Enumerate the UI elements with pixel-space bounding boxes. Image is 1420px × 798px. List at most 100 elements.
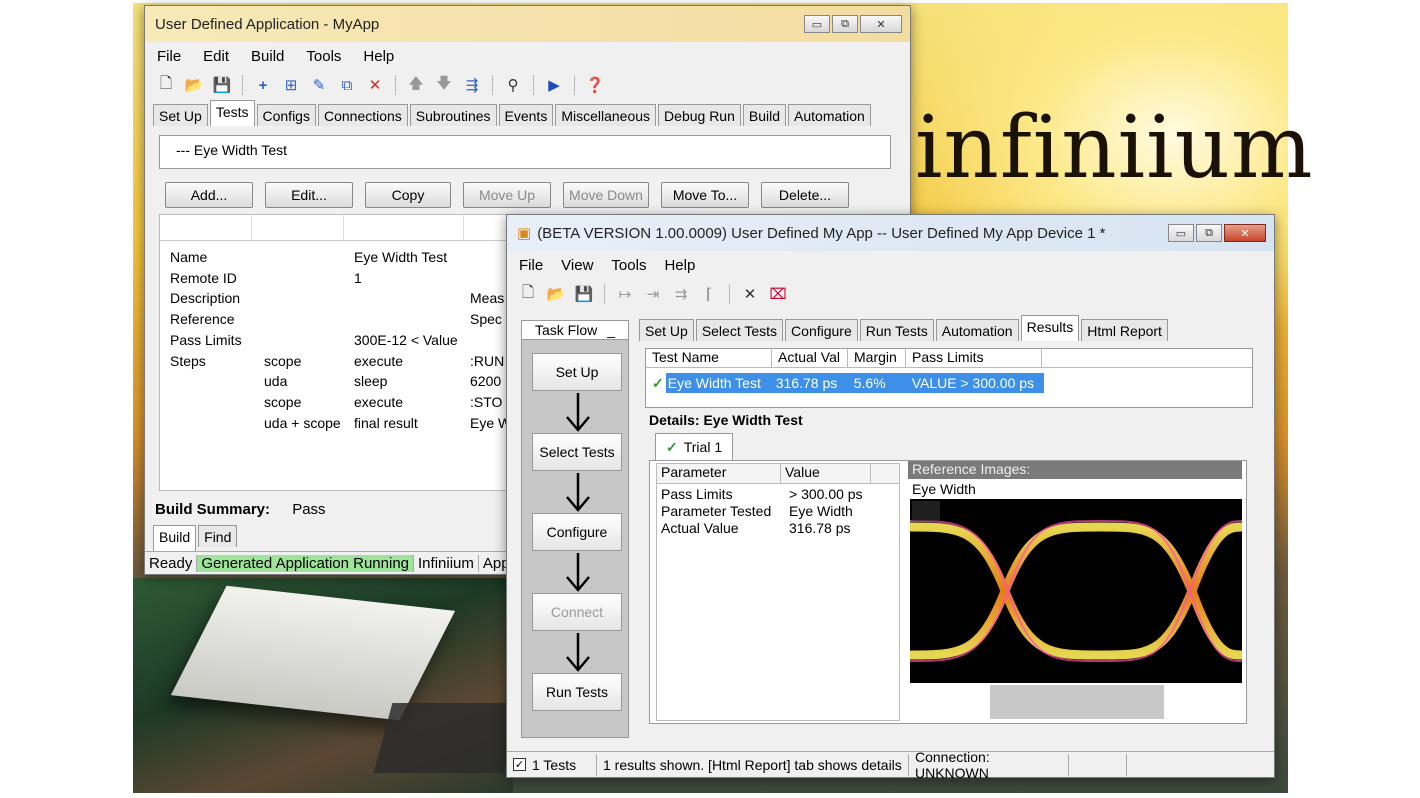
col-pass-limits[interactable]: Pass Limits [906, 349, 1042, 367]
delete-icon[interactable]: ✕ [739, 283, 761, 305]
menu-edit[interactable]: Edit [203, 48, 229, 65]
move-down-button[interactable]: Move Down [563, 182, 649, 208]
window1-menubar: File Edit Build Tools Help [145, 42, 910, 70]
help-icon[interactable]: ❓ [584, 74, 606, 96]
new-file-icon[interactable]: 🗋 [517, 283, 539, 305]
tab-find[interactable]: Find [198, 525, 238, 547]
copy-icon[interactable]: ⧉ [336, 74, 358, 96]
menu-view[interactable]: View [561, 257, 593, 274]
tab-select-tests[interactable]: Select Tests [695, 319, 784, 341]
tab-automation[interactable]: Automation [935, 319, 1019, 341]
move-to-button[interactable]: Move To... [661, 182, 749, 208]
result-row-selected[interactable]: Eye Width Test 316.78 ps 5.6% VALUE > 30… [665, 373, 1044, 393]
property-cell: Reference [170, 311, 235, 328]
status-empty-cell [1069, 753, 1127, 776]
toolbar-separator [242, 75, 243, 95]
save-icon[interactable]: 💾 [573, 283, 595, 305]
add-icon[interactable]: + [252, 74, 274, 96]
tab-trial-1[interactable]: ✓ Trial 1 [655, 433, 734, 460]
move-to-icon[interactable]: ⇶ [461, 74, 483, 96]
stop-marker-icon[interactable]: ⌈ [698, 283, 720, 305]
tab-connections[interactable]: Connections [317, 104, 408, 126]
parameter-rows: Pass Limits > 300.00 ps Parameter Tested Ey… [657, 484, 899, 537]
tab-miscellaneous[interactable]: Miscellaneous [555, 104, 657, 126]
tab-configure[interactable]: Configure [785, 319, 858, 341]
tab-events[interactable]: Events [498, 104, 554, 126]
property-cell: Description [170, 290, 241, 307]
minimize-button[interactable]: ▭ [1168, 224, 1194, 242]
col-test-name[interactable]: Test Name [646, 349, 772, 367]
open-folder-icon[interactable]: 📂 [545, 283, 567, 305]
flow-step-button[interactable]: Configure [532, 513, 622, 551]
window1-titlebar: User Defined Application - MyApp ▭ ⧉ ✕ [145, 6, 910, 42]
tab-tests[interactable]: Tests [209, 100, 255, 126]
maximize-button[interactable]: ⧉ [1196, 224, 1222, 242]
tab-set-up[interactable]: Set Up [639, 319, 694, 341]
copy-button[interactable]: Copy [365, 182, 451, 208]
menu-file[interactable]: File [519, 257, 543, 274]
run-selected-icon[interactable]: ⇥ [642, 283, 664, 305]
menu-tools[interactable]: Tools [611, 257, 646, 274]
tab-run-tests[interactable]: Run Tests [859, 319, 934, 341]
window1-toolbar: 🗋 📂 💾 + ⊞ ✎ ⧉ ✕ 🡅 🡇 ⇶ ⚲ ▶ ❓ [145, 70, 910, 100]
edit-button[interactable]: Edit... [265, 182, 353, 208]
close-button[interactable]: ✕ [860, 15, 902, 33]
delete-button[interactable]: Delete... [761, 182, 849, 208]
minimize-button[interactable]: ▭ [804, 15, 830, 33]
menu-tools[interactable]: Tools [306, 48, 341, 65]
window1-tabs: Set Up Tests Configs Connections Subrout… [145, 100, 910, 126]
col-parameter[interactable]: Parameter [657, 464, 781, 483]
tab-build-output[interactable]: Build [153, 525, 197, 551]
menu-help[interactable]: Help [363, 48, 394, 65]
edit-pencil-icon[interactable]: ✎ [308, 74, 330, 96]
run-icon[interactable]: ▶ [543, 74, 565, 96]
tab-subroutines[interactable]: Subroutines [409, 104, 497, 126]
flow-step-button[interactable]: Select Tests [532, 433, 622, 471]
property-cell: Meas [470, 290, 505, 307]
tests-checkbox[interactable]: ✓ [513, 758, 526, 771]
menu-help[interactable]: Help [664, 257, 695, 274]
add-button[interactable]: Add... [165, 182, 253, 208]
run-all-icon[interactable]: ⇉ [670, 283, 692, 305]
task-flow-pin-button[interactable]: _ [607, 322, 615, 338]
menu-build[interactable]: Build [251, 48, 284, 65]
flow-step-button[interactable]: Connect [532, 593, 622, 631]
move-down-icon[interactable]: 🡇 [433, 74, 455, 96]
parameter-name: Pass Limits [661, 486, 733, 502]
property-cell: Pass Limits [170, 331, 242, 348]
property-cell: scope [264, 352, 302, 369]
open-folder-icon[interactable]: 📂 [183, 74, 205, 96]
tab-automation[interactable]: Automation [788, 104, 871, 126]
save-icon[interactable]: 💾 [211, 74, 233, 96]
search-icon[interactable]: ⚲ [502, 74, 524, 96]
tab-set-up[interactable]: Set Up [153, 104, 208, 126]
tab-results[interactable]: Results [1020, 315, 1080, 341]
parameter-row: Parameter Tested Eye Width [657, 503, 899, 520]
new-file-icon[interactable]: 🗋 [155, 74, 177, 96]
results-table: Test Name Actual Val Margin Pass Limits … [645, 348, 1253, 408]
reference-image-name: Eye Width [912, 481, 976, 497]
flow-step-button[interactable]: Run Tests [532, 673, 622, 711]
tab-configs[interactable]: Configs [256, 104, 316, 126]
tab-html-report[interactable]: Html Report [1081, 319, 1168, 341]
col-margin[interactable]: Margin [848, 349, 906, 367]
col-value[interactable]: Value [781, 464, 871, 483]
delete-icon[interactable]: ✕ [364, 74, 386, 96]
close-button[interactable]: ✕ [1224, 224, 1266, 242]
tab-debug-run[interactable]: Debug Run [658, 104, 741, 126]
result-row[interactable]: ✓ Eye Width Test 316.78 ps 5.6% VALUE > … [652, 373, 1044, 393]
tree-item-eye-width-test[interactable]: --- Eye Width Test [176, 142, 287, 158]
pass-check-icon: ✓ [666, 438, 678, 455]
move-up-button[interactable]: Move Up [463, 182, 551, 208]
menu-file[interactable]: File [157, 48, 181, 65]
maximize-button[interactable]: ⧉ [832, 15, 858, 33]
add-child-icon[interactable]: ⊞ [280, 74, 302, 96]
tab-build[interactable]: Build [742, 104, 787, 126]
parameter-value: > 300.00 ps [789, 486, 863, 502]
col-actual-val[interactable]: Actual Val [772, 349, 848, 367]
move-up-icon[interactable]: 🡅 [405, 74, 427, 96]
clear-results-icon[interactable]: ⌧ [767, 283, 789, 305]
run-step-icon[interactable]: ↦ [614, 283, 636, 305]
flow-step-button[interactable]: Set Up [532, 353, 622, 391]
toolbar-separator [533, 75, 534, 95]
